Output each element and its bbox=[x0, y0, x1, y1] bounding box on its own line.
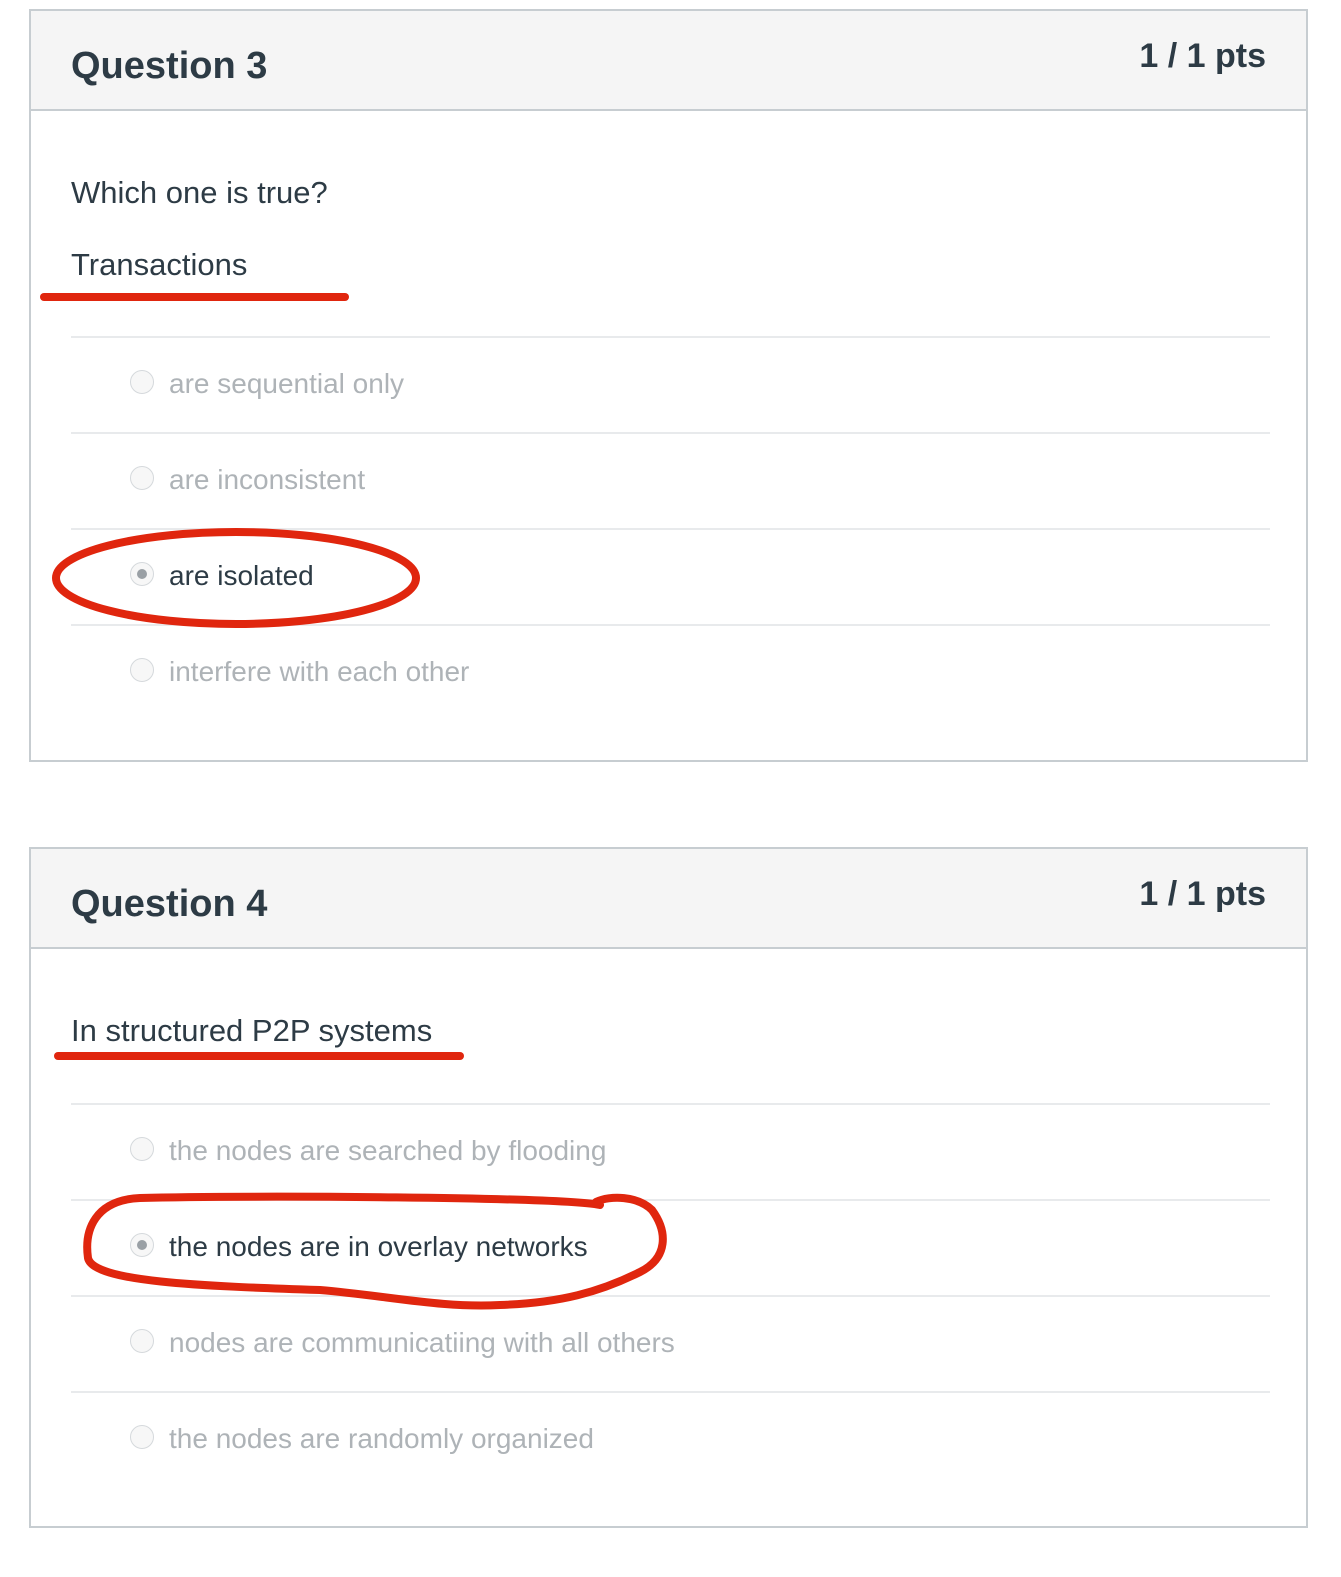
question-title: Question 3 bbox=[71, 45, 268, 87]
radio-button-selected[interactable] bbox=[130, 1233, 154, 1257]
answer-list: the nodes are searched by flooding the n… bbox=[71, 1103, 1270, 1487]
question-points: 1 / 1 pts bbox=[1139, 875, 1266, 913]
answer-option[interactable]: are sequential only bbox=[71, 336, 1270, 432]
answer-label: the nodes are in overlay networks bbox=[169, 1231, 588, 1262]
answer-option[interactable]: the nodes are randomly organized bbox=[71, 1391, 1270, 1487]
question-stem: In structured P2P systems bbox=[71, 1013, 433, 1048]
question-points: 1 / 1 pts bbox=[1139, 37, 1266, 75]
radio-button-selected[interactable] bbox=[130, 562, 154, 586]
answer-option[interactable]: the nodes are searched by flooding bbox=[71, 1103, 1270, 1199]
question-prompt: Which one is true? bbox=[71, 175, 328, 210]
answer-option[interactable]: interfere with each other bbox=[71, 624, 1270, 720]
answer-label: are inconsistent bbox=[169, 464, 366, 495]
radio-button[interactable] bbox=[130, 1425, 154, 1449]
answer-option[interactable]: are inconsistent bbox=[71, 432, 1270, 528]
answer-list: are sequential only are inconsistent are… bbox=[71, 336, 1270, 720]
answer-label: nodes are communicatiing with all others bbox=[169, 1327, 675, 1358]
answer-label: the nodes are randomly organized bbox=[169, 1423, 594, 1454]
radio-button[interactable] bbox=[130, 466, 154, 490]
question-header: Question 3 1 / 1 pts bbox=[31, 11, 1306, 111]
question-title: Question 4 bbox=[71, 883, 268, 925]
radio-button[interactable] bbox=[130, 658, 154, 682]
answer-option-selected[interactable]: the nodes are in overlay networks bbox=[71, 1199, 1270, 1295]
question-4-card: Question 4 1 / 1 pts In structured P2P s… bbox=[29, 847, 1308, 1528]
answer-option[interactable]: nodes are communicatiing with all others bbox=[71, 1295, 1270, 1391]
answer-label: the nodes are searched by flooding bbox=[169, 1135, 607, 1166]
question-3-card: Question 3 1 / 1 pts Which one is true? … bbox=[29, 9, 1308, 762]
answer-label: are sequential only bbox=[169, 368, 405, 399]
radio-button[interactable] bbox=[130, 370, 154, 394]
radio-button[interactable] bbox=[130, 1329, 154, 1353]
radio-button[interactable] bbox=[130, 1137, 154, 1161]
question-stem: Transactions bbox=[71, 247, 248, 282]
answer-label: interfere with each other bbox=[169, 656, 470, 687]
question-header: Question 4 1 / 1 pts bbox=[31, 849, 1306, 949]
answer-label: are isolated bbox=[169, 560, 314, 591]
answer-option-selected[interactable]: are isolated bbox=[71, 528, 1270, 624]
